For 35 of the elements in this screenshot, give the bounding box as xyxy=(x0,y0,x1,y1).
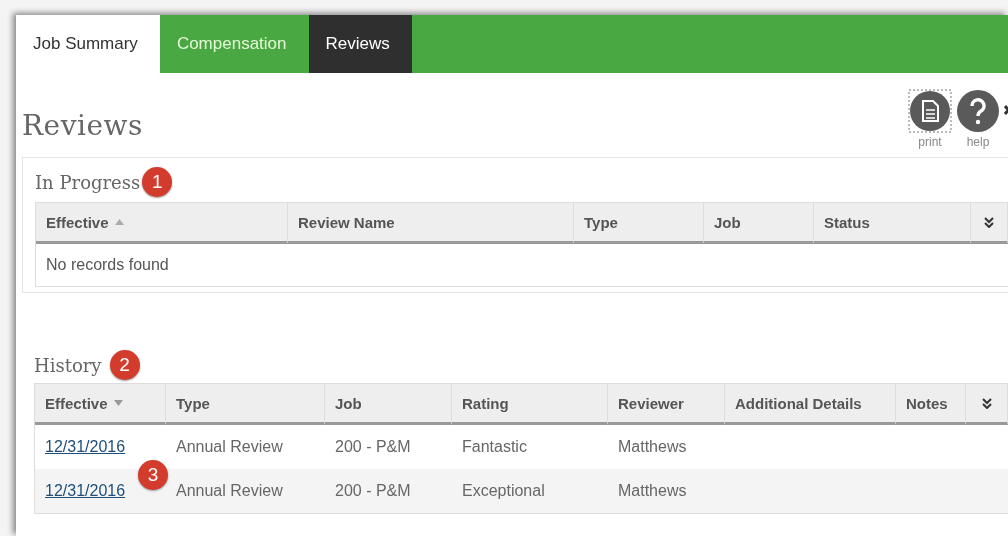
column-header[interactable]: Type xyxy=(574,203,704,244)
double-chevron-icon xyxy=(984,216,994,228)
tab[interactable]: Job Summary xyxy=(16,15,160,73)
column-menu-button[interactable] xyxy=(971,203,1008,244)
column-header[interactable]: Review Name xyxy=(288,203,574,244)
table-cell: 200 - P&M xyxy=(325,469,452,513)
number-badge: 1 xyxy=(142,167,173,197)
document-icon xyxy=(908,89,952,133)
column-header[interactable]: Status xyxy=(814,203,971,244)
table-cell: Exceptional xyxy=(452,469,608,513)
page-title: Reviews xyxy=(22,109,143,142)
column-header[interactable]: Job xyxy=(704,203,814,244)
tool-label: print xyxy=(918,135,942,149)
column-header[interactable]: Effective xyxy=(36,203,288,244)
column-header[interactable]: Additional Details xyxy=(725,384,896,425)
empty-message: No records found xyxy=(45,255,170,275)
column-header[interactable]: Effective xyxy=(35,384,166,425)
table-cell: Matthews xyxy=(608,469,725,513)
table-cell: Annual Review xyxy=(166,469,325,513)
tab[interactable]: Reviews xyxy=(308,15,412,73)
column-header[interactable]: Rating xyxy=(452,384,608,425)
section-title: In Progress xyxy=(35,171,141,193)
double-chevron-icon xyxy=(981,397,992,409)
column-header[interactable]: Reviewer xyxy=(608,384,725,425)
help-icon xyxy=(956,89,1000,133)
help-button[interactable]: help xyxy=(956,89,1000,149)
number-badge: 2 xyxy=(109,350,140,380)
print-button[interactable]: print xyxy=(908,89,952,149)
column-header[interactable]: Notes xyxy=(896,384,966,425)
column-menu-button[interactable] xyxy=(966,384,1008,425)
column-header[interactable]: Job xyxy=(325,384,452,425)
tool-label: help xyxy=(966,135,990,149)
column-header[interactable]: Type xyxy=(166,384,325,425)
date-link[interactable]: 12/31/2016 xyxy=(45,438,126,456)
section-title: History xyxy=(34,354,102,376)
